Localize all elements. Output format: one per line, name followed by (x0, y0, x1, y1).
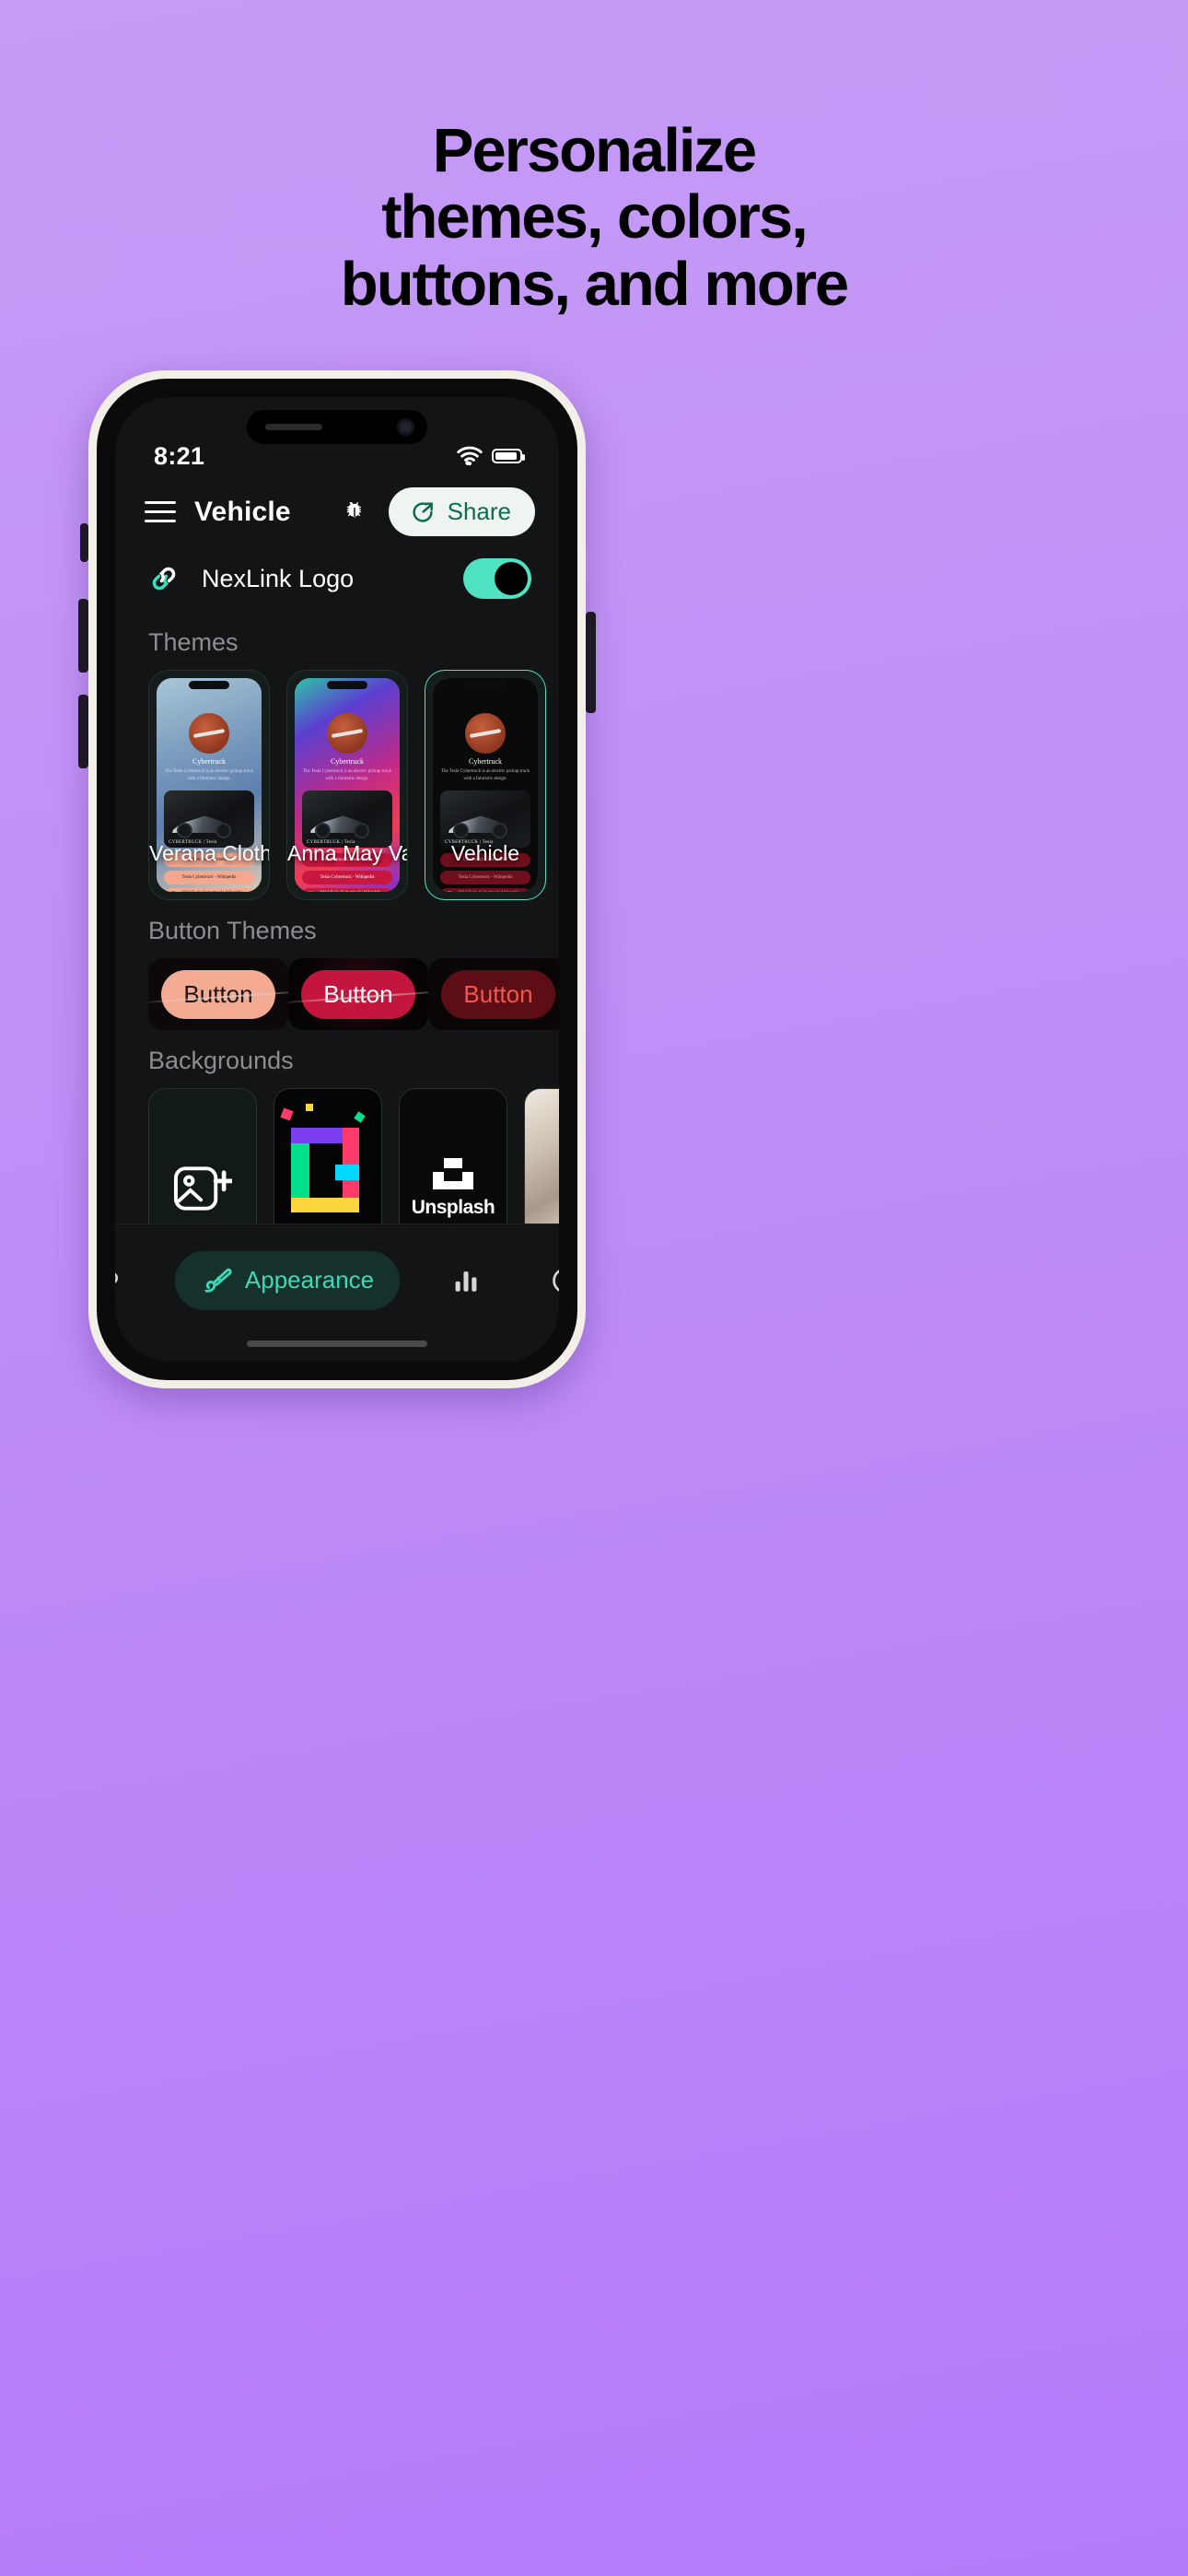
theme-preview-name: Cybertruck (331, 757, 364, 766)
phone-screen: 8:21 Vehicle Share NexLink Logo Themes C… (115, 397, 559, 1362)
theme-preview-name: Cybertruck (192, 757, 226, 766)
image-upload-icon (173, 1166, 232, 1211)
hamburger-menu-icon[interactable] (145, 501, 176, 522)
phone-volume-up-button[interactable] (78, 599, 88, 673)
preview-eye-icon (553, 1269, 559, 1292)
theme-label: Verana Cloth... (149, 841, 269, 865)
analytics-bar-icon (455, 1270, 477, 1292)
backgrounds-section-title: Backgrounds (148, 1047, 294, 1074)
bottom-navigation: Appearance (115, 1224, 559, 1362)
page-headline: Personalize themes, colors, buttons, and… (0, 118, 1188, 318)
phone-power-button[interactable] (586, 612, 596, 713)
theme-preview-link: 2024 Tesla Cybertruck: What We Know (181, 891, 250, 893)
theme-label: Vehicle (450, 841, 520, 865)
unsplash-icon (433, 1158, 473, 1189)
themes-section-title: Themes (148, 628, 239, 656)
links-icon (115, 1272, 119, 1283)
app-header: Vehicle Share (115, 474, 559, 545)
logo-row-label: NexLink Logo (202, 564, 355, 592)
unsplash-wordmark: Unsplash (411, 1197, 495, 1218)
button-theme-card[interactable]: Button (148, 958, 288, 1030)
share-button-label: Share (447, 498, 511, 525)
nav-item-analytics[interactable] (433, 1251, 499, 1310)
link-chain-icon (152, 567, 176, 591)
front-camera (397, 418, 414, 436)
status-indicators (456, 446, 525, 471)
nav-item-preview[interactable] (532, 1251, 559, 1310)
theme-preview-desc: The Tesla Cybertruck is an electric pick… (164, 769, 254, 781)
battery-icon (492, 449, 525, 463)
share-arrow-icon (413, 501, 433, 522)
button-theme-card[interactable]: Button (428, 958, 559, 1030)
toggle-knob (495, 562, 528, 595)
button-themes-section-title: Button Themes (148, 917, 317, 944)
theme-label: Anna May Va... (287, 841, 407, 865)
earpiece-speaker (265, 424, 322, 430)
headline-line-1: Personalize (432, 116, 757, 185)
theme-preview-link: Tesla Cybertruck - Wikipedia (302, 871, 392, 884)
page-title: Vehicle (194, 496, 291, 527)
theme-preview-link: 2024 Tesla Cybertruck: What We Know (320, 891, 388, 893)
theme-preview-desc: The Tesla Cybertruck is an electric pick… (440, 769, 530, 781)
phone-mockup: 8:21 Vehicle Share NexLink Logo Themes C… (78, 370, 596, 1388)
nav-item-appearance-label: Appearance (244, 1266, 375, 1294)
theme-preview-desc: The Tesla Cybertruck is an electric pick… (302, 769, 392, 781)
themes-rail[interactable]: Cybertruck The Tesla Cybertruck is an el… (115, 670, 559, 900)
share-button[interactable]: Share (388, 487, 535, 536)
logo-visibility-toggle[interactable] (463, 558, 531, 599)
phone-mute-switch[interactable] (80, 523, 88, 562)
button-theme-label: Button (441, 969, 555, 1019)
theme-card[interactable]: Cybertruck The Tesla Cybertruck is an el… (148, 670, 270, 900)
headline-line-2: themes, colors, (381, 182, 809, 252)
theme-card[interactable]: Cybertruck The Tesla Cybertruck is an el… (286, 670, 408, 900)
nav-item-appearance[interactable]: Appearance (174, 1250, 401, 1310)
home-indicator (247, 1341, 427, 1347)
appearance-brush-icon (204, 1268, 232, 1293)
status-time: 8:21 (154, 442, 205, 470)
button-themes-rail[interactable]: Button Button Button Butto (115, 958, 559, 1030)
logo-toggle-row: NexLink Logo (115, 545, 559, 612)
phone-notch (247, 410, 427, 444)
nav-item-links[interactable] (115, 1251, 142, 1310)
theme-card-selected[interactable]: Cybertruck The Tesla Cybertruck is an el… (425, 670, 546, 900)
phone-inner-frame: 8:21 Vehicle Share NexLink Logo Themes C… (97, 379, 577, 1380)
phone-volume-down-button[interactable] (78, 695, 88, 768)
wifi-icon (457, 446, 483, 466)
phone-outer-frame: 8:21 Vehicle Share NexLink Logo Themes C… (88, 370, 586, 1388)
theme-preview-name: Cybertruck (469, 757, 502, 766)
bug-icon[interactable] (339, 497, 370, 528)
button-theme-card[interactable]: Button (288, 958, 428, 1030)
theme-preview-link: Tesla Cybertruck - Wikipedia (440, 871, 530, 884)
headline-line-3: buttons, and more (340, 249, 849, 319)
theme-preview-link: Tesla Cybertruck - Wikipedia (164, 871, 254, 884)
theme-preview-link: 2024 Tesla Cybertruck: What We Know (458, 891, 526, 893)
status-bar: 8:21 (115, 397, 559, 474)
